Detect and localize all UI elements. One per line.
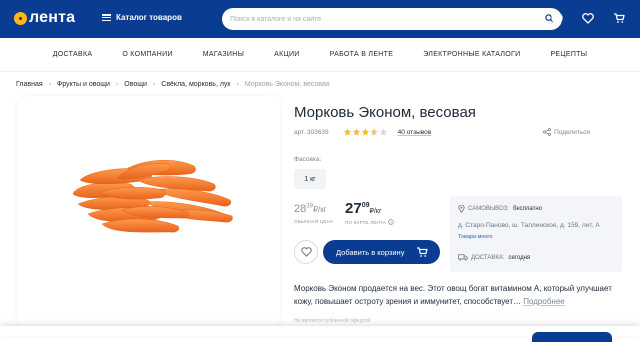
packaging-label: Фасовка:: [294, 156, 322, 163]
breadcrumb-fruits-veg[interactable]: Фрукты и овощи: [57, 81, 110, 88]
breadcrumb-home[interactable]: Главная: [16, 81, 43, 88]
product-sku: арт. 303639: [294, 128, 329, 136]
delivery-value: сегодня: [508, 254, 531, 261]
location-pin-icon: [458, 205, 465, 213]
card-price-caption: ПО КАРТЕ ЛЕНТА: [345, 219, 394, 225]
regular-price: 2839₽/кг: [294, 203, 327, 215]
search-input[interactable]: [230, 15, 545, 23]
nav-item-promos[interactable]: АКЦИИ: [259, 51, 315, 58]
top-header: лента Каталог товаров: [0, 0, 640, 38]
share-icon: [543, 128, 552, 136]
add-to-cart-button[interactable]: Добавить в корзину: [323, 240, 440, 264]
menu-icon: [102, 14, 111, 21]
chevron-right-icon: ›: [152, 81, 156, 88]
product-meta: арт. 303639 40 отзывов Поделиться: [294, 128, 590, 136]
delivery-label: ДОСТАВКА:: [471, 254, 505, 261]
chevron-right-icon: ›: [236, 81, 239, 88]
read-more-link[interactable]: Подробнее: [523, 297, 565, 306]
store-address[interactable]: д. Старо-Паново, ш. Таллинское, д. 159, …: [458, 222, 600, 229]
heart-icon[interactable]: [581, 11, 595, 25]
cart-icon[interactable]: [612, 11, 626, 25]
stock-status-link[interactable]: Товара много: [458, 234, 492, 240]
user-icon[interactable]: [550, 11, 564, 25]
main-nav: ДОСТАВКА О КОМПАНИИ МАГАЗИНЫ АКЦИИ РАБОТ…: [0, 38, 640, 72]
nav-item-catalogs[interactable]: ЭЛЕКТРОННЫЕ КАТАЛОГИ: [408, 51, 535, 58]
catalog-label: Каталог товаров: [116, 13, 182, 22]
carrots-image: [72, 160, 233, 233]
star-icon: [361, 128, 369, 136]
chevron-right-icon: ›: [115, 81, 119, 88]
header-icons: [550, 11, 626, 25]
star-empty-icon: [379, 128, 387, 136]
sticky-action-button[interactable]: [532, 332, 612, 342]
packaging-option[interactable]: 1 кг: [294, 169, 326, 189]
nav-item-about[interactable]: О КОМПАНИИ: [107, 51, 187, 58]
chevron-right-icon: ›: [48, 81, 51, 88]
regular-price-unit: ₽/кг: [312, 205, 327, 214]
info-icon[interactable]: [388, 219, 394, 225]
pickup-row: САМОВЫВОЗ: бесплатно: [458, 205, 542, 213]
star-half-icon: [370, 128, 378, 136]
add-to-cart-label: Добавить в корзину: [336, 247, 405, 257]
share-button[interactable]: Поделиться: [543, 128, 590, 136]
nav-item-recipes[interactable]: РЕЦЕПТЫ: [535, 51, 602, 58]
product-description: Морковь Эконом продается на вес. Этот ов…: [294, 282, 624, 308]
product-title: Морковь Эконом, весовая: [294, 104, 476, 121]
breadcrumb-root-veg[interactable]: Свёкла, морковь, лук: [161, 81, 230, 88]
nav-item-careers[interactable]: РАБОТА В ЛЕНТЕ: [315, 51, 409, 58]
card-price-caption-text: ПО КАРТЕ ЛЕНТА: [345, 219, 387, 225]
star-icon: [352, 128, 360, 136]
breadcrumb: Главная › Фрукты и овощи › Овощи › Свёкл…: [16, 81, 330, 88]
truck-icon: [458, 254, 468, 261]
pickup-label: САМОВЫВОЗ:: [468, 206, 509, 212]
nav-item-stores[interactable]: МАГАЗИНЫ: [188, 51, 259, 58]
heart-icon: [300, 247, 312, 257]
breadcrumb-current: Морковь Эконом, весовая: [244, 81, 330, 88]
rating-stars: [343, 128, 388, 136]
card-price-int: 27: [345, 200, 362, 217]
logo-mark: [14, 11, 27, 25]
share-label: Поделиться: [554, 128, 590, 136]
pickup-value: бесплатно: [512, 206, 543, 212]
delivery-row: ДОСТАВКА: сегодня: [458, 254, 530, 261]
card-price-unit: ₽/кг: [369, 208, 382, 215]
logo[interactable]: лента: [14, 9, 75, 27]
product-gallery[interactable]: [18, 96, 280, 328]
nav-item-delivery[interactable]: ДОСТАВКА: [38, 51, 108, 58]
regular-price-caption: ОБЫЧНАЯ ЦЕНА: [294, 219, 334, 224]
reviews-link[interactable]: 40 отзывов: [398, 129, 432, 136]
breadcrumb-vegetables[interactable]: Овощи: [124, 81, 147, 88]
search-bar[interactable]: [222, 8, 562, 30]
regular-price-int: 28: [294, 203, 307, 215]
delivery-info-panel: САМОВЫВОЗ: бесплатно д. Старо-Паново, ш.…: [450, 196, 622, 272]
offer-disclaimer: Не является публичной офертой: [294, 318, 371, 324]
logo-text: лента: [29, 9, 76, 26]
card-price: 2709₽/кг: [345, 200, 382, 217]
add-to-favorites-button[interactable]: [294, 240, 318, 264]
regular-price-frac: 39: [306, 203, 313, 210]
catalog-button[interactable]: Каталог товаров: [102, 13, 182, 22]
cart-icon: [417, 247, 428, 257]
star-icon: [343, 128, 351, 136]
